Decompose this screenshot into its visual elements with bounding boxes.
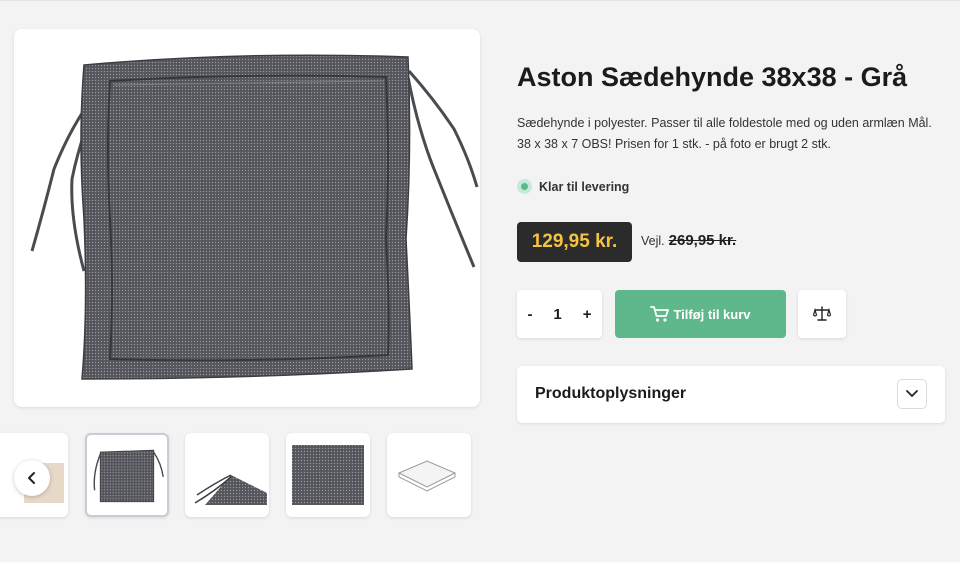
thumbnail-cushion-corner[interactable] <box>185 433 269 517</box>
accordion-title: Produktoplysninger <box>535 385 687 402</box>
compare-button[interactable] <box>798 290 846 338</box>
thumbnail-carousel <box>0 432 490 522</box>
product-description: Sædehynde i polyester. Passer til alle f… <box>517 116 932 151</box>
stock-status-label: Klar til levering <box>539 179 630 194</box>
accordion-toggle-button[interactable] <box>897 379 927 409</box>
thumbnail-fabric-closeup[interactable] <box>286 433 370 517</box>
decrease-quantity-button[interactable]: - <box>527 306 532 323</box>
quantity-value[interactable]: 1 <box>553 306 561 323</box>
thumbnail-image <box>93 449 164 503</box>
thumbnail-cushion-front[interactable] <box>85 433 169 517</box>
price-badge: 129,95 kr. <box>517 222 632 262</box>
increase-quantity-button[interactable]: + <box>583 306 592 323</box>
thumbnail-image <box>397 460 457 492</box>
thumbnail-image <box>194 474 267 505</box>
current-price: 129,95 kr. <box>531 231 618 252</box>
chevron-left-icon <box>28 472 35 484</box>
quantity-stepper: - 1 + <box>517 290 602 338</box>
rrp-label: Vejl. <box>641 234 665 248</box>
rrp-price: 269,95 kr. <box>668 232 737 249</box>
product-title: Aston Sædehynde 38x38 - Grå <box>517 62 908 92</box>
cart-icon <box>650 305 670 323</box>
stock-status: Klar til levering <box>517 179 629 194</box>
chevron-down-icon <box>906 390 918 397</box>
add-to-cart-label: Tilføj til kurv <box>673 306 751 322</box>
status-dot-icon <box>517 179 532 194</box>
top-divider <box>0 0 960 1</box>
thumbnail-image <box>292 445 364 505</box>
carousel-prev-button[interactable] <box>14 460 50 496</box>
cushion-image <box>30 54 479 380</box>
product-info-accordion[interactable]: Produktoplysninger <box>517 366 945 423</box>
main-product-image[interactable] <box>14 29 480 407</box>
thumbnail-dimension-drawing[interactable] <box>387 433 471 517</box>
scale-icon <box>813 306 831 321</box>
recommended-price: Vejl. 269,95 kr. <box>641 232 736 249</box>
add-to-cart-button[interactable]: Tilføj til kurv <box>615 290 786 338</box>
